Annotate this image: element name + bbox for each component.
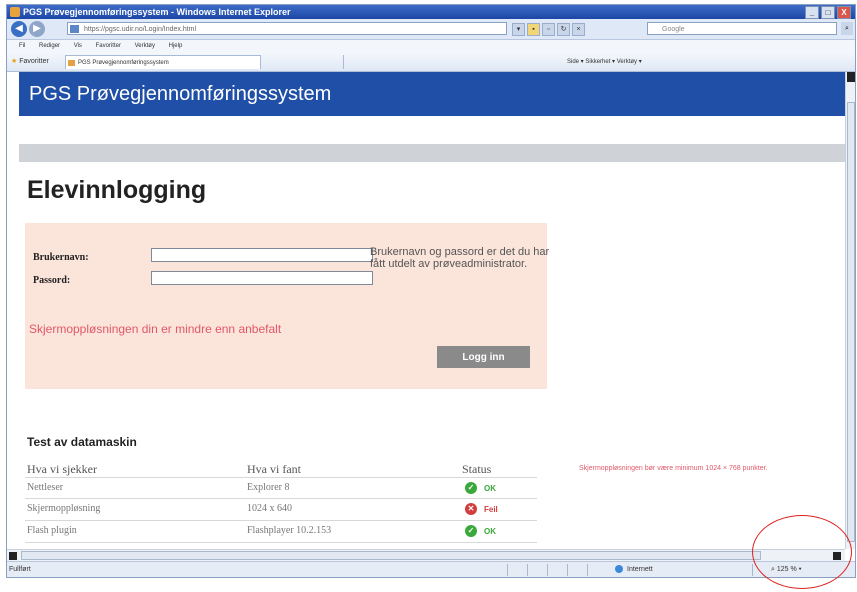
status-divider (547, 564, 548, 576)
check-cell: Flash plugin (27, 525, 77, 536)
x-circle-icon: ✕ (465, 503, 477, 515)
close-button[interactable]: X (837, 6, 851, 19)
refresh-icon[interactable]: ↻ (557, 23, 570, 36)
dropdown-icon[interactable]: ▾ (512, 23, 525, 36)
check-circle-icon: ✓ (465, 525, 477, 537)
username-label: Brukernavn: (33, 252, 89, 263)
login-button[interactable]: Logg inn (437, 346, 530, 368)
check-cell: Nettleser (27, 482, 64, 493)
window-titlebar: PGS Prøvegjennomføringssystem - Windows … (7, 5, 855, 19)
status-text: Fullført (9, 566, 31, 573)
browser-window: PGS Prøvegjennomføringssystem - Windows … (6, 4, 856, 578)
banner-title: PGS Prøvegjennomføringssystem (29, 83, 332, 105)
status-divider (752, 564, 753, 576)
menu-tools[interactable]: Verktøy (135, 43, 155, 49)
search-placeholder: Google (662, 26, 685, 33)
login-help-text: Brukernavn og passord er det du har fått… (370, 246, 550, 270)
back-arrow-icon[interactable]: ◀ (11, 21, 27, 37)
login-panel: Brukernavn: Passord: Brukernavn og passo… (25, 223, 550, 389)
password-label: Passord: (33, 275, 71, 286)
column-header-check: Hva vi sjekker (27, 462, 97, 476)
horizontal-scroll-thumb[interactable] (21, 551, 761, 560)
address-text: https://pgsc.udir.no/Login/Index.html (84, 26, 197, 33)
check-cell: Skjermoppløsning (27, 503, 101, 514)
forward-arrow-icon[interactable]: ▶ (29, 21, 45, 37)
status-cell: OK (484, 527, 496, 536)
found-cell: Explorer 8 (247, 482, 290, 493)
resolution-warning: Skjermoppløsningen din er mindre enn anb… (29, 322, 282, 336)
menu-edit[interactable]: Rediger (39, 43, 60, 49)
check-circle-icon: ✓ (465, 482, 477, 494)
column-header-found: Hva vi fant (247, 462, 301, 476)
minimize-button[interactable]: _ (805, 6, 819, 19)
menu-help[interactable]: Hjelp (169, 43, 183, 49)
menu-favorites[interactable]: Favoritter (96, 43, 121, 49)
row-divider (25, 542, 537, 543)
found-cell: 1024 x 640 (247, 503, 292, 514)
row-divider (25, 520, 537, 521)
menu-bar: Fil Rediger Vis Favoritter Verktøy Hjelp (7, 40, 855, 53)
favorites-button[interactable]: ★ Favoritter (11, 56, 49, 68)
highlight-circle (752, 515, 852, 589)
column-header-status: Status (462, 462, 492, 476)
browser-tab[interactable]: PGS Prøvegjennomføringssystem (65, 55, 261, 69)
row-divider (25, 498, 537, 499)
maximize-button[interactable]: □ (821, 6, 835, 19)
search-icon[interactable]: ⌕ (841, 22, 853, 35)
address-input[interactable]: https://pgsc.udir.no/Login/Index.html (67, 22, 507, 35)
status-divider (527, 564, 528, 576)
resolution-side-note: Skjermoppløsningen bør være minimum 1024… (579, 465, 768, 472)
scroll-up-icon[interactable] (847, 72, 855, 82)
new-tab-area[interactable] (263, 55, 344, 69)
status-cell: Feil (484, 505, 498, 514)
ie-icon (10, 7, 20, 17)
menu-file[interactable]: Fil (19, 43, 25, 49)
page-title: Elevinnlogging (27, 176, 207, 204)
page-content: PGS Prøvegjennomføringssystem Elevinnlog… (7, 72, 845, 549)
window-title: PGS Prøvegjennomføringssystem - Windows … (23, 7, 291, 17)
favorites-label: Favoritter (19, 58, 49, 65)
scroll-left-icon[interactable] (9, 552, 17, 560)
password-input[interactable] (151, 271, 373, 285)
page-icon (70, 25, 79, 33)
vertical-scroll-thumb[interactable] (847, 102, 855, 542)
lock-icon[interactable]: ▪ (527, 23, 540, 36)
status-bar: Fullført Internett ⌕ 125 % ▾ (7, 561, 855, 577)
star-icon: ★ (11, 58, 18, 65)
stop-icon[interactable]: × (572, 23, 585, 36)
compat-view-icon[interactable]: ▫ (542, 23, 555, 36)
vertical-scrollbar[interactable] (845, 72, 855, 549)
command-bar[interactable]: Side ▾ Sikkerhet ▾ Verktøy ▾ (567, 56, 642, 68)
status-cell: OK (484, 484, 496, 493)
address-toolbar: ◀ ▶ https://pgsc.udir.no/Login/Index.htm… (7, 19, 855, 40)
zone-text: Internett (627, 566, 653, 573)
search-input[interactable]: Google (647, 22, 837, 35)
username-input[interactable] (151, 248, 373, 262)
nav-strip (19, 144, 845, 162)
found-cell: Flashplayer 10.2.153 (247, 525, 332, 536)
favorites-bar: ★ Favoritter PGS Prøvegjennomføringssyst… (7, 53, 855, 72)
site-banner: PGS Prøvegjennomføringssystem (19, 72, 845, 116)
menu-view[interactable]: Vis (74, 43, 82, 49)
security-zone[interactable]: Internett (615, 562, 653, 577)
globe-icon (615, 565, 623, 574)
computer-test-title: Test av datamaskin (27, 435, 137, 449)
row-divider (25, 477, 537, 478)
status-divider (567, 564, 568, 576)
status-divider (587, 564, 588, 576)
status-divider (507, 564, 508, 576)
